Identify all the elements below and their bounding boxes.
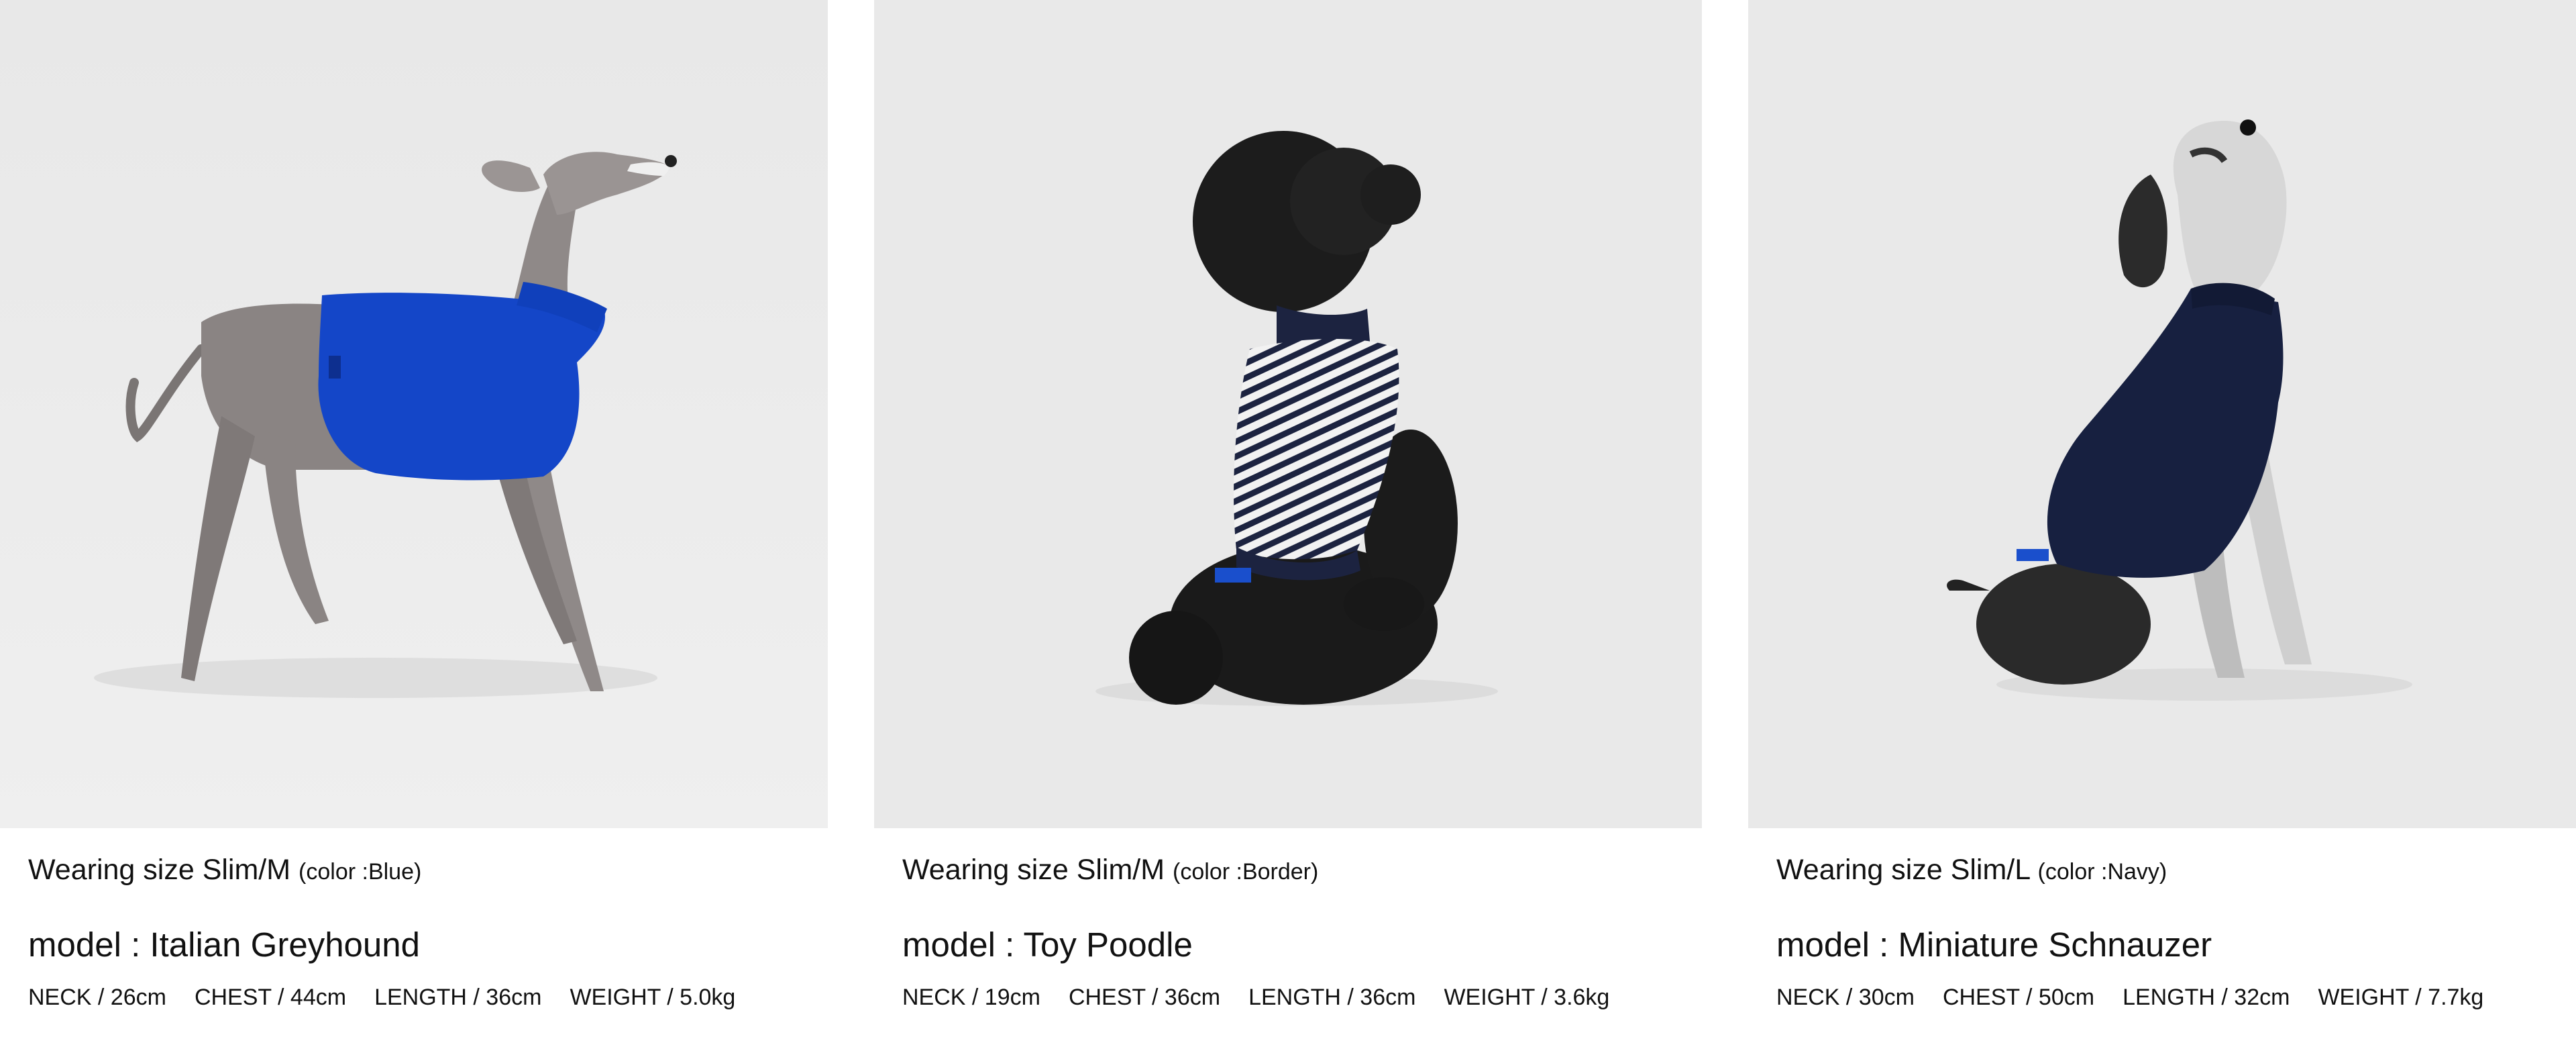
neck-measurement: NECK / 26cm [28,985,166,1010]
length-measurement: LENGTH / 36cm [374,985,542,1010]
wearing-size-text: Wearing size Slim/M [902,854,1165,886]
color-note: (color :Border) [1173,859,1319,885]
weight-measurement: WEIGHT / 3.6kg [1444,985,1610,1010]
model-card-toy-poodle: Wearing size Slim/M (color :Border) mode… [874,0,1702,1051]
neck-measurement: NECK / 19cm [902,985,1040,1010]
wearing-size-caption: Wearing size Slim/M (color :Blue) [28,851,821,891]
model-photo-miniature-schnauzer [1748,0,2576,828]
length-measurement: LENGTH / 32cm [2123,985,2290,1010]
chest-measurement: CHEST / 50cm [1942,985,2095,1010]
toy-poodle-illustration [874,0,1702,828]
measurements: NECK / 30cm CHEST / 50cm LENGTH / 32cm W… [1776,981,2569,1013]
model-name: model : Toy Poodle [902,925,1193,964]
model-name: model : Italian Greyhound [28,925,421,964]
measurements: NECK / 26cm CHEST / 44cm LENGTH / 36cm W… [28,981,821,1013]
weight-measurement: WEIGHT / 5.0kg [570,985,736,1010]
wearing-size-text: Wearing size Slim/M [28,854,291,886]
model-card-italian-greyhound: Wearing size Slim/M (color :Blue) model … [0,0,828,1051]
italian-greyhound-illustration [0,0,828,828]
model-photo-italian-greyhound [0,0,828,828]
model-name: model : Miniature Schnauzer [1776,925,2212,964]
wearing-size-caption: Wearing size Slim/L (color :Navy) [1776,851,2569,891]
wearing-size-text: Wearing size Slim/L [1776,854,2030,886]
wearing-size-caption: Wearing size Slim/M (color :Border) [902,851,1695,891]
length-measurement: LENGTH / 36cm [1248,985,1416,1010]
chest-measurement: CHEST / 44cm [194,985,347,1010]
color-note: (color :Navy) [2037,859,2167,885]
model-photo-toy-poodle [874,0,1702,828]
product-model-grid: Wearing size Slim/M (color :Blue) model … [0,0,2576,1051]
weight-measurement: WEIGHT / 7.7kg [2318,985,2484,1010]
measurements: NECK / 19cm CHEST / 36cm LENGTH / 36cm W… [902,981,1695,1013]
model-card-miniature-schnauzer: Wearing size Slim/L (color :Navy) model … [1748,0,2576,1051]
color-note: (color :Blue) [299,859,422,885]
miniature-schnauzer-illustration [1748,0,2576,828]
chest-measurement: CHEST / 36cm [1068,985,1221,1010]
neck-measurement: NECK / 30cm [1776,985,1915,1010]
